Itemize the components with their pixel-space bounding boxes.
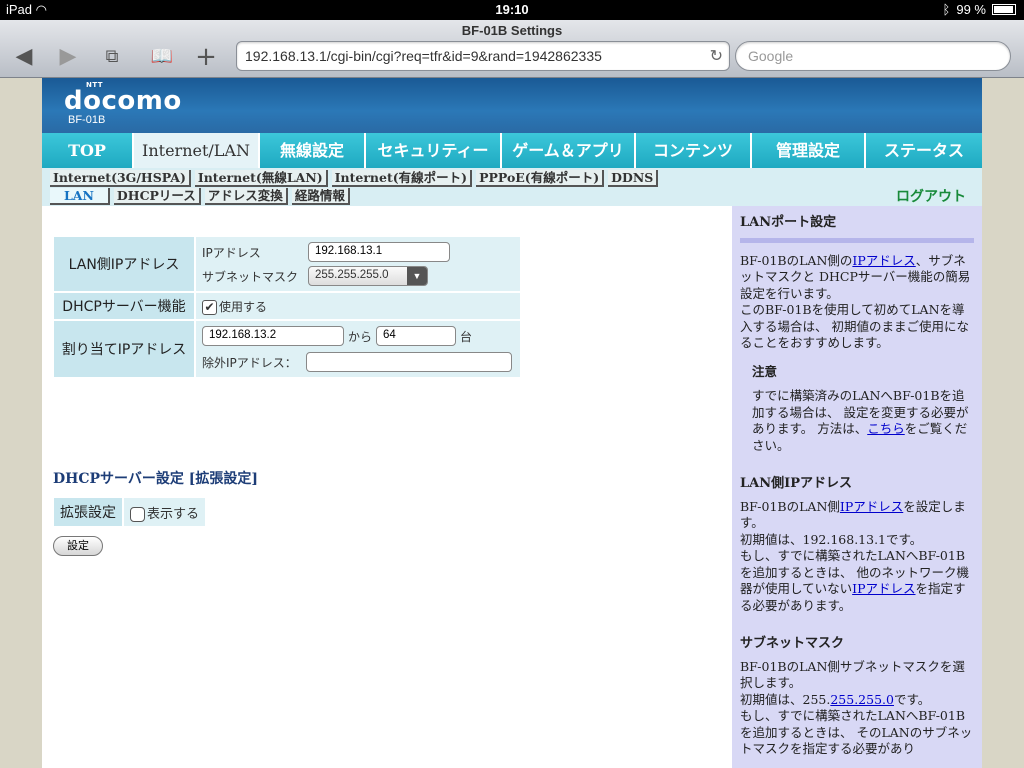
help-title: LANポート設定 [740, 215, 837, 230]
nav-status[interactable]: ステータス [866, 133, 982, 168]
alloc-cell: 192.168.13.2 から 64 台 除外IPアドレス： [196, 321, 520, 377]
subnav-dhcp-lease[interactable]: DHCPリース [113, 188, 201, 205]
dhcp-ext-title: DHCPサーバー設定 [拡張設定] [53, 471, 259, 487]
ext-cell: 表示する [124, 498, 206, 526]
status-bar: iPad ◠ 19:10 ᛒ 99 % [0, 0, 1024, 20]
main-content: LAN側IPアドレス IPアドレス 192.168.13.1 サブネットマスク … [42, 206, 732, 768]
help-ip-text: BF-01BのLAN側IPアドレスを設定します。 [740, 498, 966, 531]
subnav-ddns[interactable]: DDNS [608, 170, 659, 187]
alloc-from-label: から [348, 329, 373, 344]
help-ip-link-3[interactable]: IPアドレス [852, 581, 915, 596]
url-text: 192.168.13.1/cgi-bin/cgi?req=tfr&id=9&ra… [245, 48, 602, 64]
exclude-label: 除外IPアドレス： [202, 355, 297, 370]
lan-ip-section-label: LAN側IPアドレス [54, 237, 194, 291]
subnav-routing[interactable]: 経路情報 [291, 188, 350, 205]
nav-admin[interactable]: 管理設定 [752, 133, 866, 168]
nav-contents[interactable]: コンテンツ [636, 133, 752, 168]
note-text: すでに構築済みのLANへBF-01Bを追加する場合は、 設定を変更する必要があり… [752, 388, 969, 453]
nav-security[interactable]: セキュリティー [366, 133, 502, 168]
subnet-select[interactable]: 255.255.255.0 ▼ [308, 266, 428, 286]
ntt-label: NTT [86, 81, 104, 89]
viewport: NTT docomo BF-01B TOP Internet/LAN 無線設定 … [0, 78, 1024, 768]
dhcp-ext-table: 拡張設定 表示する [52, 496, 207, 528]
subnav-pppoe[interactable]: PPPoE(有線ポート) [476, 170, 605, 187]
lan-ip-cell: IPアドレス 192.168.13.1 サブネットマスク 255.255.255… [196, 237, 520, 291]
help-ip-default: 初期値は、192.168.13.1です。 [740, 531, 923, 547]
browser-title: BF-01B Settings [461, 23, 563, 38]
ip-label: IPアドレス [202, 245, 261, 260]
subnav-3g[interactable]: Internet(3G/HSPA) [50, 170, 191, 187]
battery-percent: 99 % [956, 2, 986, 17]
alloc-count-input[interactable]: 64 [376, 326, 457, 346]
docomo-logo: NTT docomo [64, 81, 182, 116]
ext-row-label: 拡張設定 [54, 498, 122, 526]
subnet-label: サブネットマスク [202, 269, 299, 284]
help-mask-more: もし、すでに構築されたLANへBF-01Bを追加するときは、 そのLANのサブネ… [740, 708, 973, 756]
help-ip-more: もし、すでに構築されたLANへBF-01Bを追加するときは、 他のネットワーク機… [740, 548, 969, 613]
show-ext-checkbox[interactable] [130, 506, 145, 522]
help-ip-link[interactable]: IPアドレス [852, 253, 915, 268]
lan-settings-table: LAN側IPアドレス IPアドレス 192.168.13.1 サブネットマスク … [52, 235, 522, 379]
subnav-wired[interactable]: Internet(有線ポート) [331, 170, 473, 187]
sub-nav-row1: Internet(3G/HSPA) Internet(無線LAN) Intern… [50, 170, 659, 187]
note-title: 注意 [752, 363, 778, 379]
router-page: NTT docomo BF-01B TOP Internet/LAN 無線設定 … [42, 78, 982, 768]
help-panel: LANポート設定 BF-01BのLAN側のIPアドレス、サブネットマスクと DH… [732, 206, 982, 768]
dhcp-label: DHCPサーバー機能 [54, 293, 194, 319]
help-intro: BF-01BのLAN側のIPアドレス、サブネットマスクと DHCPサーバー機能の… [740, 252, 971, 301]
bookmarks-icon[interactable]: 📖 [146, 44, 178, 70]
ip-address-input[interactable]: 192.168.13.1 [308, 242, 450, 262]
clock: 19:10 [495, 2, 529, 17]
help-intro-2: このBF-01Bを使用して初めてLANを導入する場合は、 初期値のままご使用にな… [740, 302, 969, 350]
alloc-start-input[interactable]: 192.168.13.2 [202, 326, 344, 346]
exclude-ip-input[interactable] [306, 352, 512, 372]
help-divider [740, 237, 974, 243]
browser-toolbar: BF-01B Settings ◀ ▶ ⧉ 📖 + 192.168.13.1/c… [0, 20, 1024, 78]
url-field[interactable]: 192.168.13.1/cgi-bin/cgi?req=tfr&id=9&ra… [236, 41, 730, 71]
nav-wireless[interactable]: 無線設定 [260, 133, 366, 168]
back-icon[interactable]: ◀ [8, 44, 40, 70]
forward-icon[interactable]: ▶ [52, 44, 84, 70]
alloc-label: 割り当てIPアドレス [54, 321, 194, 377]
alloc-unit-label: 台 [460, 329, 473, 344]
battery-icon [992, 4, 1016, 15]
sub-nav: Internet(3G/HSPA) Internet(無線LAN) Intern… [42, 168, 982, 206]
chevron-down-icon: ▼ [407, 267, 427, 285]
help-mask-default: 初期値は、255.255.255.0です。 [740, 691, 931, 707]
logout-link[interactable]: ログアウト [896, 186, 966, 206]
bluetooth-icon: ᛒ [942, 2, 951, 17]
main-nav: TOP Internet/LAN 無線設定 セキュリティー ゲーム＆アプリ コン… [42, 133, 982, 168]
logo-text: docomo [64, 86, 182, 116]
subnav-wlan[interactable]: Internet(無線LAN) [194, 170, 328, 187]
nav-game-app[interactable]: ゲーム＆アプリ [502, 133, 636, 168]
nav-top[interactable]: TOP [42, 133, 134, 168]
subnav-nat[interactable]: アドレス変換 [204, 188, 288, 205]
show-ext-label: 表示する [147, 506, 200, 522]
page-header: NTT docomo BF-01B [42, 78, 982, 133]
help-ip-title: LAN側IPアドレス [740, 476, 852, 491]
help-mask-link[interactable]: 255.255.0 [830, 692, 894, 707]
dhcp-cell: ✔ 使用する [196, 293, 520, 319]
nav-internet-lan[interactable]: Internet/LAN [134, 133, 260, 168]
search-field[interactable]: Google [735, 41, 1011, 71]
help-mask-text: BF-01BのLAN側サブネットマスクを選択します。 [740, 658, 965, 691]
help-mask-title: サブネットマスク [740, 636, 845, 651]
dhcp-checkbox[interactable]: ✔ [202, 299, 217, 315]
reload-icon[interactable]: ↻ [710, 46, 723, 66]
help-note: 注意 すでに構築済みのLANへBF-01Bを追加する場合は、 設定を変更する必要… [752, 364, 974, 455]
sub-nav-row2: LAN DHCPリース アドレス変換 経路情報 [50, 188, 350, 205]
help-ip-link-2[interactable]: IPアドレス [840, 499, 903, 514]
status-right: ᛒ 99 % [943, 2, 1016, 17]
submit-button[interactable]: 設定 [53, 536, 103, 556]
dhcp-checkbox-label: 使用する [219, 299, 268, 314]
pages-icon[interactable]: ⧉ [96, 44, 128, 70]
model-name: BF-01B [68, 114, 106, 126]
note-link[interactable]: こちら [867, 421, 905, 436]
add-icon[interactable]: + [190, 44, 222, 70]
subnav-lan[interactable]: LAN [50, 188, 110, 205]
